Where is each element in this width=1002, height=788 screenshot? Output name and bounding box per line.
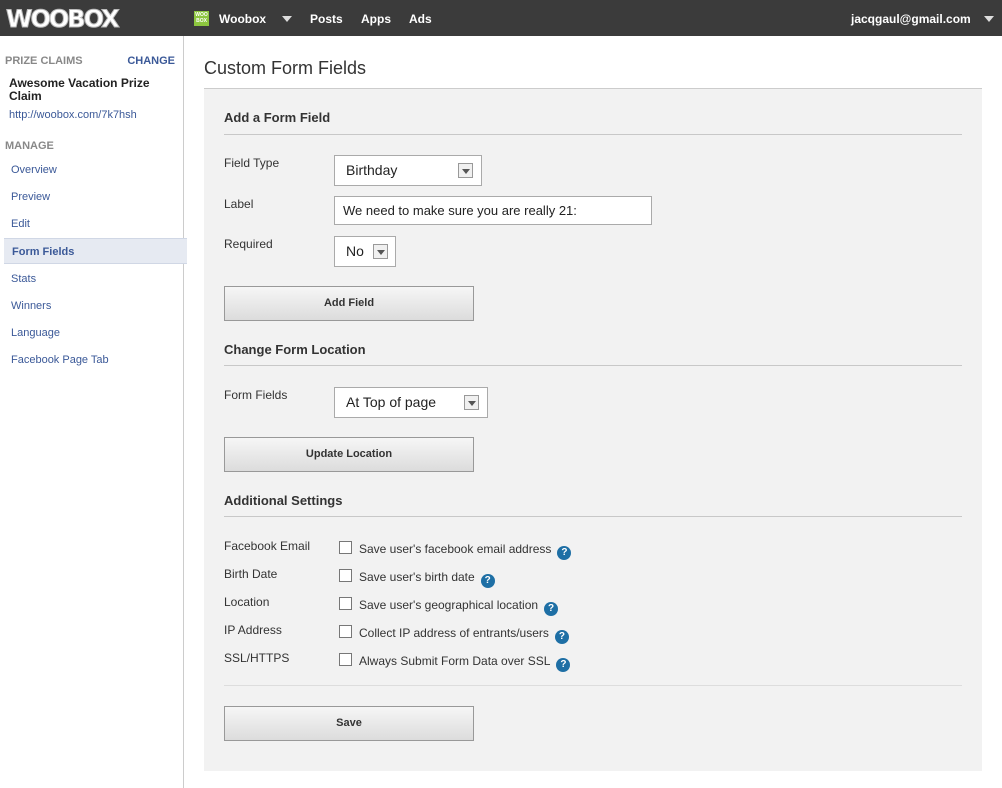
setting-label: SSL/HTTPS xyxy=(224,651,290,665)
setting-description: Save user's birth date? xyxy=(359,570,495,588)
setting-description: Save user's geographical location? xyxy=(359,598,559,616)
help-icon[interactable]: ? xyxy=(557,546,572,560)
field-type-value: Birthday xyxy=(346,162,398,178)
user-menu[interactable]: jacqgaul@gmail.com xyxy=(851,12,971,26)
field-type-label: Field Type xyxy=(224,156,280,170)
divider xyxy=(224,685,962,686)
sidebar-item-language[interactable]: Language xyxy=(0,320,183,346)
woobox-brand-icon[interactable]: WOO BOX xyxy=(194,11,209,26)
required-select[interactable]: No xyxy=(334,236,396,267)
sidebar-item-facebook-page-tab[interactable]: Facebook Page Tab xyxy=(0,347,183,373)
update-location-button[interactable]: Update Location xyxy=(224,437,474,472)
add-form-field-heading: Add a Form Field xyxy=(224,110,331,125)
setting-description: Save user's facebook email address? xyxy=(359,542,572,560)
chevron-down-icon[interactable] xyxy=(984,16,994,22)
form-location-select[interactable]: At Top of page xyxy=(334,387,488,418)
prize-claims-heading: PRIZE CLAIMS xyxy=(5,55,83,67)
location-checkbox[interactable] xyxy=(339,597,352,610)
help-icon[interactable]: ? xyxy=(554,630,569,644)
page-title: Custom Form Fields xyxy=(204,58,367,78)
nav-apps[interactable]: Apps xyxy=(361,12,391,26)
help-icon[interactable]: ? xyxy=(556,658,571,672)
sidebar-item-form-fields[interactable]: Form Fields xyxy=(4,238,187,264)
setting-label: IP Address xyxy=(224,623,282,637)
top-bar: WOOBOX WOO BOX Woobox Posts Apps Ads jac… xyxy=(0,0,1002,36)
required-value: No xyxy=(346,243,364,259)
chevron-down-icon xyxy=(458,163,473,178)
chevron-down-icon[interactable] xyxy=(282,16,292,22)
sidebar-item-overview[interactable]: Overview xyxy=(0,157,183,183)
ip-address-checkbox[interactable] xyxy=(339,625,352,638)
divider xyxy=(224,134,962,135)
sidebar: PRIZE CLAIMS CHANGE Awesome Vacation Pri… xyxy=(0,36,187,788)
setting-label: Location xyxy=(224,595,270,609)
ssl-https-checkbox[interactable] xyxy=(339,653,352,666)
facebook-email-checkbox[interactable] xyxy=(339,541,352,554)
add-field-button[interactable]: Add Field xyxy=(224,286,474,321)
birth-date-checkbox[interactable] xyxy=(339,569,352,582)
setting-description: Always Submit Form Data over SSL? xyxy=(359,654,571,672)
sidebar-item-winners[interactable]: Winners xyxy=(0,293,183,319)
change-link[interactable]: CHANGE xyxy=(127,55,175,67)
setting-description: Collect IP address of entrants/users? xyxy=(359,626,569,644)
form-panel: Add a Form Field Field Type Birthday Lab… xyxy=(204,88,982,771)
sidebar-item-stats[interactable]: Stats xyxy=(0,266,183,292)
campaign-name: Awesome Vacation Prize Claim xyxy=(9,76,150,103)
form-location-value: At Top of page xyxy=(346,394,437,410)
brand-menu[interactable]: Woobox xyxy=(219,12,266,26)
campaign-url-link[interactable]: http://woobox.com/7k7hsh xyxy=(9,109,137,121)
sidebar-item-edit[interactable]: Edit xyxy=(0,211,183,237)
additional-settings-heading: Additional Settings xyxy=(224,493,343,508)
manage-heading: MANAGE xyxy=(5,140,54,152)
help-icon[interactable]: ? xyxy=(544,602,559,616)
divider xyxy=(224,516,962,517)
save-button[interactable]: Save xyxy=(224,706,474,741)
change-form-location-heading: Change Form Location xyxy=(224,342,366,357)
form-fields-label: Form Fields xyxy=(224,388,288,402)
help-icon[interactable]: ? xyxy=(480,574,495,588)
woobox-logo[interactable]: WOOBOX xyxy=(6,5,121,34)
label-input[interactable]: We need to make sure you are really 21: xyxy=(334,196,652,225)
required-label: Required xyxy=(224,237,273,251)
setting-label: Birth Date xyxy=(224,567,278,581)
sidebar-item-preview[interactable]: Preview xyxy=(0,184,183,210)
nav-posts[interactable]: Posts xyxy=(310,12,343,26)
field-type-select[interactable]: Birthday xyxy=(334,155,482,186)
chevron-down-icon xyxy=(373,244,388,259)
divider xyxy=(224,365,962,366)
label-label: Label xyxy=(224,197,254,211)
chevron-down-icon xyxy=(464,395,479,410)
nav-ads[interactable]: Ads xyxy=(409,12,432,26)
setting-label: Facebook Email xyxy=(224,539,311,553)
